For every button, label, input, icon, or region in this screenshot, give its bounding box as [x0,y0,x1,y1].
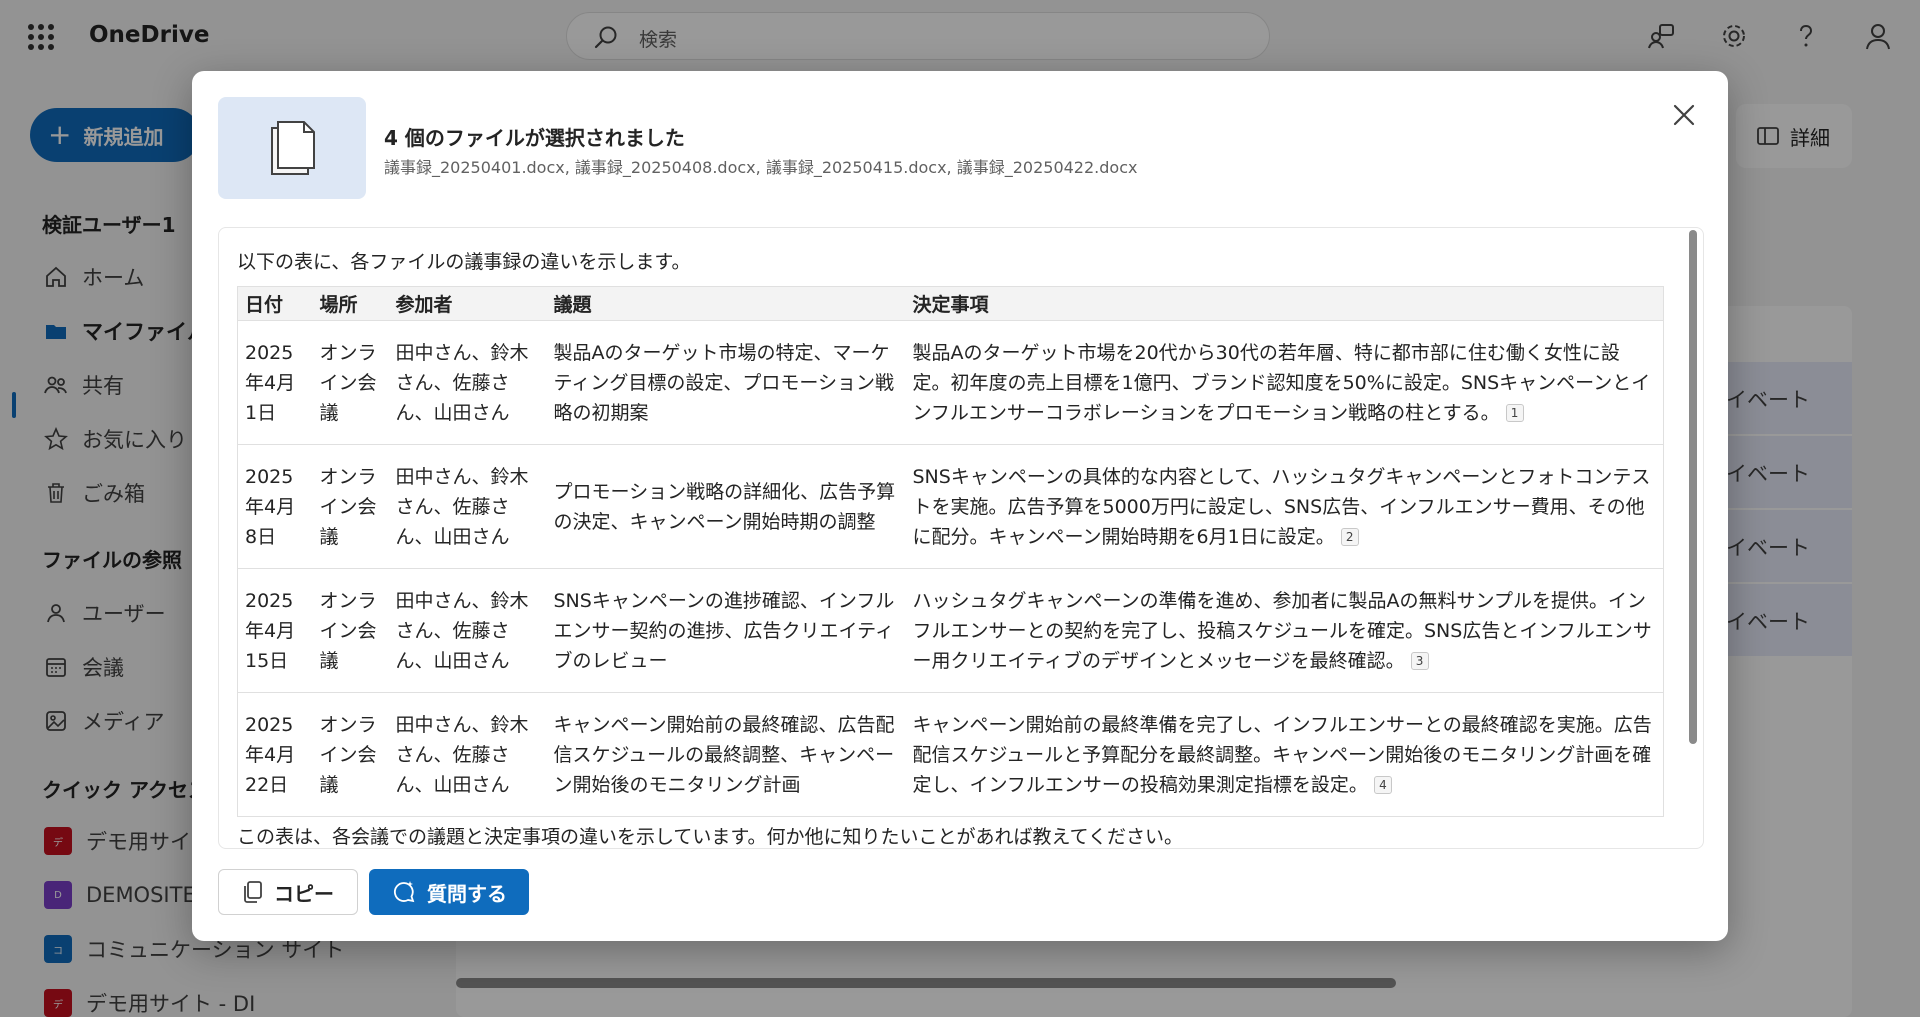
chat-sparkle-icon [393,881,415,903]
cell-topic: プロモーション戦略の詳細化、広告予算の決定、キャンペーン開始時期の調整 [546,444,906,569]
selected-file-names: 議事録_20250401.docx, 議事録_20250408.docx, 議事… [384,158,1138,177]
table-row: 2025年4月15日 オンライン会議 田中さん、鈴木さん、佐藤さん、山田さん S… [237,568,1664,693]
citation-marker[interactable]: 2 [1340,527,1359,546]
cell-date: 2025年4月8日 [237,444,313,569]
col-header-place: 場所 [312,286,389,321]
table-row: 2025年4月8日 オンライン会議 田中さん、鈴木さん、佐藤さん、山田さん プロ… [237,444,1664,569]
citation-marker[interactable]: 4 [1373,775,1392,794]
dialog-title: 4 個のファイルが選択されました [384,126,685,150]
cell-members: 田中さん、鈴木さん、佐藤さん、山田さん [388,692,547,817]
citation-marker[interactable]: 3 [1410,651,1429,670]
compare-files-dialog: 4 個のファイルが選択されました 議事録_20250401.docx, 議事録_… [192,71,1728,941]
documents-icon [271,121,315,175]
col-header-topic: 議題 [546,286,906,321]
vertical-scrollbar[interactable] [1689,230,1697,744]
cell-date: 2025年4月15日 [237,568,313,693]
cell-place: オンライン会議 [312,320,389,445]
cell-decision: ハッシュタグキャンペーンの準備を進め、参加者に製品Aの無料サンプルを提供。インフ… [905,568,1664,693]
ask-question-button[interactable]: 質問する [369,869,529,915]
response-panel: 以下の表に、各ファイルの議事録の違いを示します。 日付 場所 参加者 議題 決定… [218,227,1704,849]
cell-place: オンライン会議 [312,444,389,569]
citation-marker[interactable]: 1 [1505,403,1524,422]
col-header-date: 日付 [237,286,313,321]
cell-decision: キャンペーン開始前の最終準備を完了し、インフルエンサーとの最終確認を実施。広告配… [905,692,1664,817]
close-button[interactable] [1666,97,1702,133]
cell-decision: 製品Aのターゲット市場を20代から30代の若年層、特に都市部に住む働く女性に設定… [905,320,1664,445]
copy-button[interactable]: コピー [218,869,358,915]
col-header-decision: 決定事項 [905,286,1664,321]
cell-members: 田中さん、鈴木さん、佐藤さん、山田さん [388,444,547,569]
cell-decision: SNSキャンペーンの具体的な内容として、ハッシュタグキャンペーンとフォトコンテス… [905,444,1664,569]
response-outro: この表は、各会議での議題と決定事項の違いを示しています。何か他に知りたいことがあ… [237,826,1184,848]
copy-icon [244,881,262,903]
table-header-row: 日付 場所 参加者 議題 決定事項 [237,286,1664,321]
close-icon [1673,104,1695,126]
cell-date: 2025年4月22日 [237,692,313,817]
table-row: 2025年4月1日 オンライン会議 田中さん、鈴木さん、佐藤さん、山田さん 製品… [237,320,1664,445]
cell-topic: SNSキャンペーンの進捗確認、インフルエンサー契約の進捗、広告クリエイティブのレ… [546,568,906,693]
cell-topic: キャンペーン開始前の最終確認、広告配信スケジュールの最終調整、キャンペーン開始後… [546,692,906,817]
table-row: 2025年4月22日 オンライン会議 田中さん、鈴木さん、佐藤さん、山田さん キ… [237,692,1664,817]
cell-members: 田中さん、鈴木さん、佐藤さん、山田さん [388,320,547,445]
cell-place: オンライン会議 [312,692,389,817]
col-header-members: 参加者 [388,286,547,321]
response-intro: 以下の表に、各ファイルの議事録の違いを示します。 [237,251,691,273]
file-thumbnail [218,97,366,199]
cell-place: オンライン会議 [312,568,389,693]
cell-date: 2025年4月1日 [237,320,313,445]
comparison-table: 日付 場所 参加者 議題 決定事項 2025年4月1日 オンライン会議 田中さん… [237,286,1664,817]
cell-members: 田中さん、鈴木さん、佐藤さん、山田さん [388,568,547,693]
cell-topic: 製品Aのターゲット市場の特定、マーケティング目標の設定、プロモーション戦略の初期… [546,320,906,445]
